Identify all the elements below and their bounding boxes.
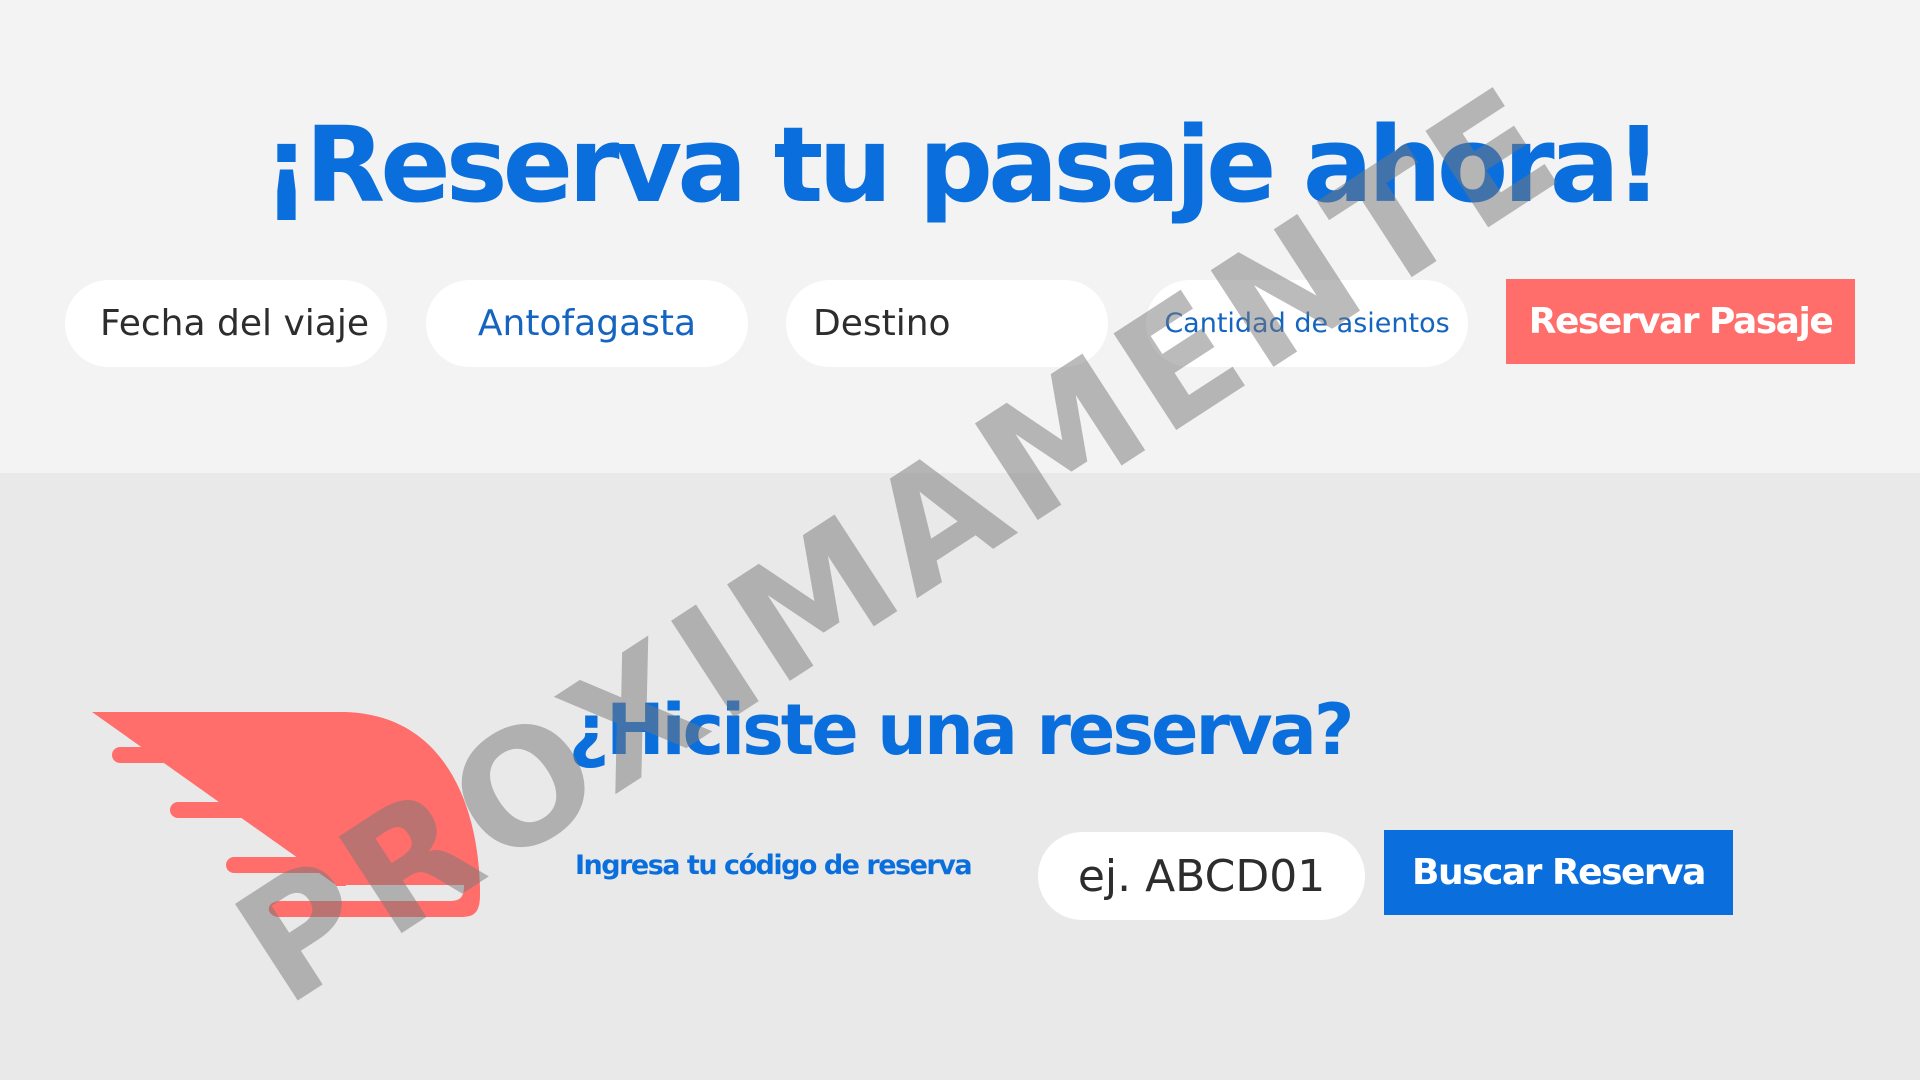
reservation-code-input[interactable] xyxy=(1038,832,1365,920)
travel-date-label: Fecha del viaje xyxy=(100,303,369,344)
booking-title: ¡Reserva tu pasaje ahora! xyxy=(262,104,1663,226)
seat-count-label: Cantidad de asientos xyxy=(1164,308,1450,339)
origin-value: Antofagasta xyxy=(477,303,697,344)
destination-select[interactable]: Destino xyxy=(786,280,1108,367)
destination-label: Destino xyxy=(813,303,951,344)
booking-section: ¡Reserva tu pasaje ahora! Fecha del viaj… xyxy=(0,0,1920,473)
origin-select[interactable]: Antofagasta xyxy=(426,280,748,367)
fast-bus-logo-icon xyxy=(92,712,480,917)
travel-date-field[interactable]: Fecha del viaje xyxy=(65,280,387,367)
seat-count-field[interactable]: Cantidad de asientos xyxy=(1146,280,1468,367)
reserve-ticket-button[interactable]: Reservar Pasaje xyxy=(1506,279,1855,364)
page: ¡Reserva tu pasaje ahora! Fecha del viaj… xyxy=(0,0,1920,1080)
reservation-code-label: Ingresa tu código de reserva xyxy=(575,850,973,881)
lookup-title: ¿Hiciste una reserva? xyxy=(568,689,1354,771)
search-reservation-button[interactable]: Buscar Reserva xyxy=(1384,830,1733,915)
